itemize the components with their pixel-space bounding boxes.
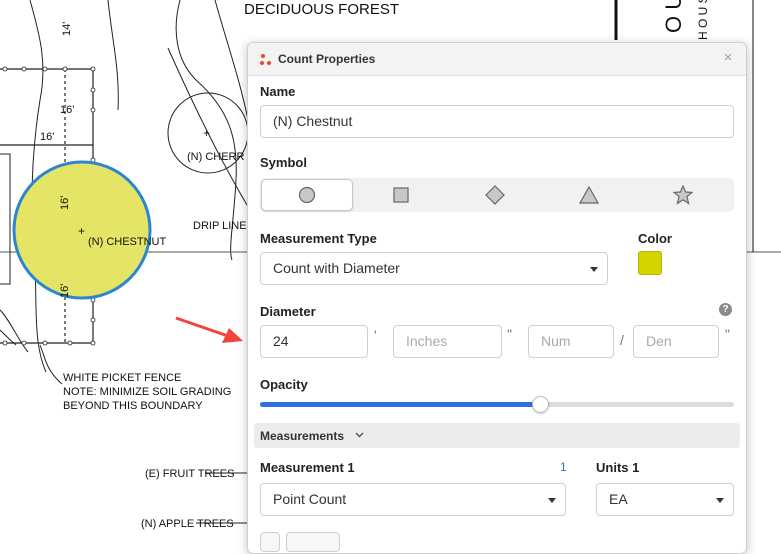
triangle-symbol-icon bbox=[579, 186, 599, 204]
label-dim-16-vert: 16' bbox=[59, 196, 71, 210]
symbol-selector bbox=[260, 178, 734, 212]
label-dim-16-top: 16' bbox=[60, 104, 74, 116]
symbol-label: Symbol bbox=[260, 155, 307, 170]
diameter-denominator-input[interactable]: Den bbox=[633, 325, 719, 358]
name-label: Name bbox=[260, 84, 296, 99]
chevron-down-icon bbox=[590, 267, 598, 272]
chevron-down-icon bbox=[548, 498, 556, 503]
label-fence-1: WHITE PICKET FENCE bbox=[63, 372, 181, 384]
panel-title: Count Properties bbox=[278, 52, 376, 66]
cherry-center-mark: + bbox=[203, 126, 210, 140]
chestnut-center-mark: + bbox=[78, 224, 85, 238]
partial-button[interactable] bbox=[286, 532, 340, 552]
units-1-select[interactable]: EA bbox=[596, 483, 734, 516]
color-swatch[interactable] bbox=[638, 251, 662, 275]
symbol-triangle-option[interactable] bbox=[543, 179, 635, 211]
help-icon[interactable]: ? bbox=[719, 303, 732, 316]
opacity-slider[interactable] bbox=[260, 396, 734, 413]
label-drip-line: DRIP LINE bbox=[193, 220, 247, 232]
square-symbol-icon bbox=[393, 187, 409, 203]
diameter-feet-input[interactable]: 24 bbox=[260, 325, 368, 358]
building-outline bbox=[0, 153, 11, 285]
fraction-slash: / bbox=[620, 332, 624, 348]
feet-mark: ' bbox=[374, 327, 377, 343]
diameter-inches-input[interactable]: Inches bbox=[393, 325, 502, 358]
count-properties-panel: Count Properties × Name (N) Chestnut Sym… bbox=[247, 42, 747, 554]
label-dim-16-low: 16' bbox=[59, 284, 71, 298]
measurement-1-label: Measurement 1 bbox=[260, 460, 355, 475]
measurement-type-select[interactable]: Count with Diameter bbox=[260, 252, 608, 285]
label-n-chestnut: (N) CHESTNUT bbox=[88, 236, 166, 248]
opacity-label: Opacity bbox=[260, 377, 308, 392]
inches-mark: " bbox=[507, 326, 512, 342]
label-fence-3: BEYOND THIS BOUNDARY bbox=[63, 400, 203, 412]
chevron-down-icon bbox=[716, 498, 724, 503]
label-side-big: O U bbox=[661, 0, 686, 33]
symbol-circle-option[interactable] bbox=[261, 179, 353, 211]
measurement-type-label: Measurement Type bbox=[260, 231, 377, 246]
close-icon[interactable]: × bbox=[720, 50, 736, 66]
chevron-down-icon bbox=[355, 432, 364, 438]
color-label: Color bbox=[638, 231, 672, 246]
measurement-1-count: 1 bbox=[560, 460, 567, 474]
label-deciduous-forest: DECIDUOUS FOREST bbox=[244, 1, 399, 18]
diamond-symbol-icon bbox=[485, 185, 505, 205]
label-side-small: H O U S bbox=[696, 0, 710, 40]
label-fruit-trees: (E) FRUIT TREES bbox=[145, 468, 234, 480]
symbol-star-option[interactable] bbox=[637, 179, 729, 211]
label-fence-2: NOTE: MINIMIZE SOIL GRADING bbox=[63, 386, 231, 398]
label-apple-trees: (N) APPLE TREES bbox=[141, 518, 234, 530]
partial-checkbox[interactable] bbox=[260, 532, 280, 552]
denominator-mark: " bbox=[725, 326, 730, 342]
label-n-cherry: (N) CHERR bbox=[187, 151, 244, 163]
count-app-icon bbox=[260, 54, 271, 65]
red-arrow-icon bbox=[175, 316, 243, 343]
opacity-slider-fill bbox=[260, 402, 540, 407]
measurements-section-title: Measurements bbox=[260, 429, 345, 443]
measurement-type-value: Count with Diameter bbox=[273, 260, 400, 276]
label-dim-14: 14' bbox=[61, 22, 73, 36]
diameter-label: Diameter bbox=[260, 304, 316, 319]
measurement-1-value: Point Count bbox=[273, 491, 347, 507]
units-1-label: Units 1 bbox=[596, 460, 640, 475]
measurements-section-toggle[interactable]: Measurements bbox=[254, 423, 740, 448]
circle-symbol-icon bbox=[298, 186, 316, 204]
symbol-square-option[interactable] bbox=[355, 179, 447, 211]
panel-header[interactable]: Count Properties × bbox=[248, 43, 746, 76]
opacity-slider-thumb[interactable] bbox=[531, 396, 549, 413]
units-1-value: EA bbox=[609, 491, 628, 507]
symbol-diamond-option[interactable] bbox=[449, 179, 541, 211]
label-dim-16-left: 16' bbox=[40, 131, 54, 143]
star-symbol-icon bbox=[673, 185, 693, 205]
diameter-numerator-input[interactable]: Num bbox=[528, 325, 614, 358]
name-input[interactable]: (N) Chestnut bbox=[260, 105, 734, 138]
measurement-1-select[interactable]: Point Count bbox=[260, 483, 566, 516]
